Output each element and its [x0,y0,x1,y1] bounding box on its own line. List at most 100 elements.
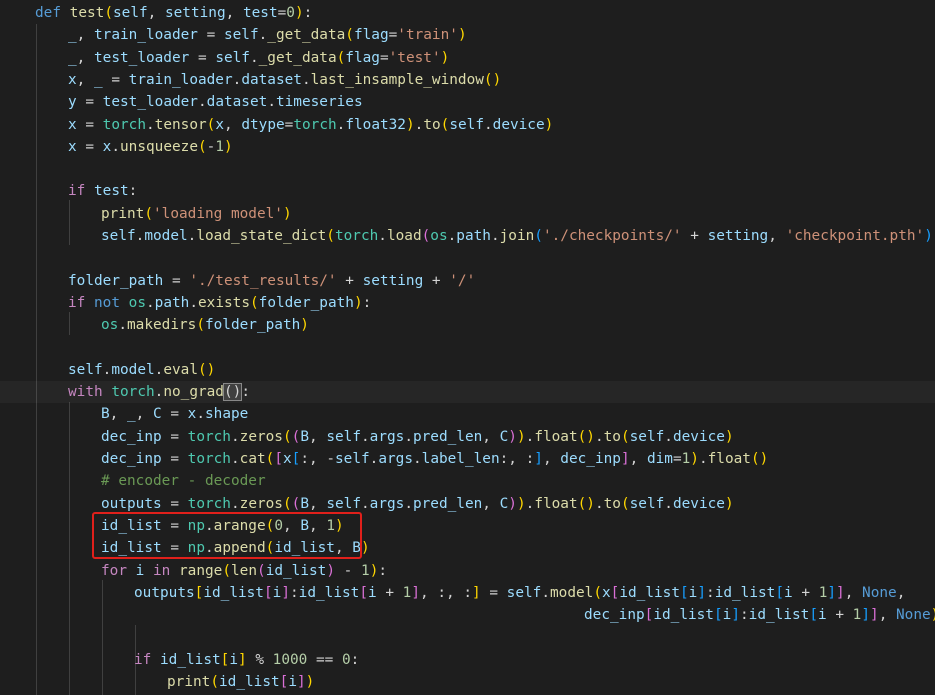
code-token: , [76,49,94,66]
code-token: , [224,116,242,133]
code-token: , [878,607,897,624]
code-token: : [303,5,313,21]
code-token: train_loader [128,71,233,88]
code-token: id_list [298,584,360,601]
code-token: id_list [265,562,327,579]
code-token: , [768,228,786,244]
code-token: torch [293,116,337,133]
code-token: self [215,49,250,66]
code-token: torch [187,428,231,445]
code-line[interactable]: with torch.no_grad(): [0,381,935,404]
code-token: ] [861,607,871,624]
code-token: ( [196,317,205,334]
code-token: exists [198,294,250,311]
code-token: ( [104,5,113,21]
code-token: outputs [101,495,162,512]
code-token: , [225,5,243,21]
code-token: [ [274,451,283,467]
code-token: [ [680,584,689,601]
code-token: . [267,94,276,111]
code-token: [ [263,584,273,601]
code-token: ) [440,49,450,66]
code-token: 0 [286,5,295,21]
code-token: self [223,27,259,44]
code-token: ] [870,607,879,624]
code-token: outputs [134,584,195,601]
code-token: ) [457,27,467,44]
code-token: ( [593,584,602,601]
code-token: id_list [160,651,221,668]
code-token: . [189,294,198,311]
code-token: . [232,71,242,88]
code-token: ] [827,584,837,601]
code-token: + [336,272,363,289]
code-token: to [603,495,621,512]
code-token: [ [809,607,818,624]
code-token: . [111,138,121,155]
code-token: torch [187,451,231,467]
code-token: = [379,49,389,66]
code-token: = [161,428,188,445]
code-token: - [335,562,362,579]
code-editor[interactable]: def test(self, setting, test=0): _, train… [0,0,935,695]
code-token: float [534,495,578,512]
code-token: test_loader [102,94,198,111]
code-token: . [698,451,708,467]
code-token: './checkpoints/' [542,228,682,244]
code-token: in [153,562,171,579]
code-token: ( [345,27,354,44]
code-token: = [161,406,188,423]
code-token: , [482,428,500,445]
code-token: 0 [341,651,351,668]
code-token: 'checkpoint.pth' [785,228,925,244]
code-token: ( [198,138,207,155]
code-token: model [550,584,594,601]
code-token: ( [282,495,292,512]
code-token: id_list [219,674,280,690]
code-token: : [378,562,388,579]
code-token: id_list [653,607,714,624]
code-token: . [118,317,127,334]
code-token: , [542,451,561,467]
code-token: + [792,584,819,601]
code-token: test [94,183,129,200]
code-token: , [309,495,327,512]
code-token: torch [334,228,379,244]
code-token: shape [205,406,249,423]
code-token: ) [294,5,304,21]
code-token: _ [127,406,136,423]
code-token: 1 [681,451,691,467]
code-token: ] [472,584,481,601]
code-token: :, - [300,451,335,467]
code-token: : [241,384,250,401]
code-token: ) [508,495,517,512]
code-token: ) [931,607,935,623]
code-token: folder_path [204,317,301,334]
code-token: [ [359,584,368,601]
code-token: float [707,451,751,467]
code-token: () [197,361,216,378]
code-token: ] [297,674,306,690]
code-token: torch [102,116,146,133]
code-token: = [76,138,103,155]
code-token: . [664,428,673,445]
code-token: self [326,428,361,445]
code-token: None [896,607,931,624]
code-token: . [197,94,207,111]
code-token: to [423,116,441,133]
code-token: _get_data [267,27,346,44]
code-token: 'train' [397,27,458,44]
code-token: : [128,183,138,200]
code-token: print [167,674,211,690]
code-token: ) [508,428,517,445]
code-token: , [482,495,500,512]
code-token: makedirs [127,317,197,334]
code-token: ) [300,317,309,334]
code-token: . [146,294,155,311]
code-token: B [101,406,110,423]
code-token: ] [534,451,543,467]
code-token: , [309,428,327,445]
code-token: = [76,94,103,111]
code-token: os [128,294,146,311]
